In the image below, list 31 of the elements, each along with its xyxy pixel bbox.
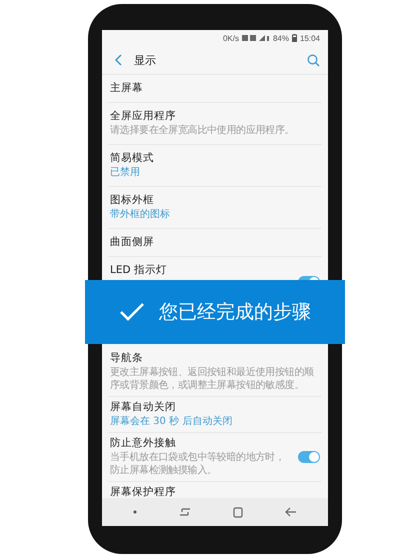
item-title: 曲面侧屏 xyxy=(110,236,155,249)
toggle-switch[interactable] xyxy=(298,451,320,463)
banner-text: 您已经完成的步骤 xyxy=(159,300,311,325)
item-title: 屏幕自动关闭 xyxy=(110,401,177,414)
status-icons xyxy=(242,34,270,42)
item-title: 图标外框 xyxy=(110,194,155,207)
search-icon[interactable] xyxy=(307,54,320,66)
network-speed: 0K/s xyxy=(222,34,239,42)
item-description: 请选择要在全屏宽高比中使用的应用程序。 xyxy=(110,124,296,137)
item-description: 当手机放在口袋或包中等较暗的地方时，防止屏幕检测触摸输入。 xyxy=(110,451,286,477)
item-summary: 带外框的图标 xyxy=(110,208,171,221)
dot-icon[interactable] xyxy=(133,510,137,514)
item-title: 屏幕保护程序 xyxy=(110,486,177,498)
item-title: 全屏应用程序 xyxy=(110,110,177,123)
back-icon[interactable] xyxy=(114,54,124,66)
item-title: 简易模式 xyxy=(110,152,155,165)
clock: 15:04 xyxy=(300,34,320,42)
item-summary: 屏幕会在 30 秒 后自动关闭 xyxy=(110,415,234,428)
item-title: 防止意外接触 xyxy=(110,437,177,450)
battery-percent: 84% xyxy=(272,34,289,42)
back-arrow-icon[interactable] xyxy=(285,507,297,517)
checkmark-icon xyxy=(119,302,145,322)
item-title: 导航条 xyxy=(110,352,144,365)
home-icon[interactable] xyxy=(233,506,243,518)
item-description: 更改主屏幕按钮、返回按钮和最近使用按钮的顺序或背景颜色，或调整主屏幕按钮的敏感度。 xyxy=(110,366,315,392)
page-title: 显示 xyxy=(134,52,157,68)
battery-icon xyxy=(292,34,297,42)
recents-icon[interactable] xyxy=(179,507,191,517)
item-title: 主屏幕 xyxy=(110,82,144,95)
item-summary: 已禁用 xyxy=(110,166,141,179)
item-title: LED 指示灯 xyxy=(110,264,168,277)
